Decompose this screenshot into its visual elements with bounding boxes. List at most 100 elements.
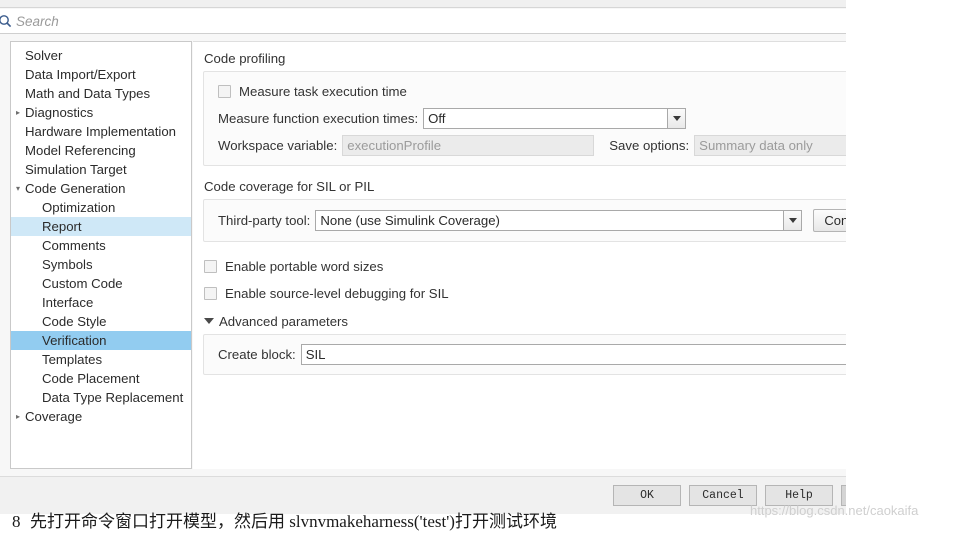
twisty-icon[interactable] [13,65,23,84]
workspace-variable-input[interactable]: executionProfile [342,134,595,156]
tree-item-label: Model Referencing [25,143,136,158]
enable-portable-word-sizes-row[interactable]: Enable portable word sizes [203,255,846,277]
twisty-icon[interactable]: ▸ [13,407,23,426]
save-options-label: Save options: [609,137,690,153]
tree-item-verification[interactable]: Verification [11,331,191,350]
twisty-icon[interactable]: ▾ [13,179,23,198]
twisty-icon[interactable] [13,84,23,103]
measure-function-execution-times-value[interactable]: Off [423,107,668,129]
screenshot-root: Solver Data Import/Export Math and Data … [0,0,963,533]
third-party-tool-combobox[interactable]: None (use Simulink Coverage) [315,209,803,231]
twisty-icon[interactable] [13,312,23,331]
tree-item-solver[interactable]: Solver [11,46,191,65]
twisty-icon[interactable] [13,46,23,65]
configure-button[interactable]: Configure... [813,208,846,232]
create-block-row: Create block: SIL [204,343,846,365]
measure-task-execution-time-row[interactable]: Measure task execution time [204,80,846,102]
chevron-down-icon[interactable] [783,209,803,231]
tree-item-data-import-export[interactable]: Data Import/Export [11,65,191,84]
tree-item-label: Code Placement [42,371,140,386]
tree-item-label: Diagnostics [25,105,94,120]
tree-item-code-generation[interactable]: ▾ Code Generation [11,179,191,198]
tree-item-coverage[interactable]: ▸ Coverage [11,407,191,426]
twisty-icon[interactable] [13,217,23,236]
enable-source-level-debugging-label: Enable source-level debugging for SIL [225,285,449,301]
page-note-text: 先打开命令窗口打开模型，然后用 slvnvmakeharness('test')… [30,512,557,531]
tree-item-report[interactable]: Report [11,217,191,236]
ok-button[interactable]: OK [613,485,681,506]
watermark: https://blog.csdn.net/caokaifa [750,503,919,518]
enable-portable-word-sizes-checkbox[interactable] [204,259,217,273]
tree-item-label: Hardware Implementation [25,124,176,139]
measure-function-execution-times-combobox[interactable]: Off [423,107,687,129]
tree-item-label: Custom Code [42,276,123,291]
save-options-input[interactable]: Summary data only [694,134,846,156]
code-coverage-title: Code coverage for SIL or PIL [204,179,375,194]
advanced-parameters-disclosure[interactable]: Advanced parameters [204,312,846,330]
tree-item-symbols[interactable]: Symbols [11,255,191,274]
third-party-tool-value[interactable]: None (use Simulink Coverage) [315,209,784,231]
tree-item-model-referencing[interactable]: Model Referencing [11,141,191,160]
third-party-tool-row: Third-party tool: None (use Simulink Cov… [204,208,846,232]
twisty-icon[interactable] [13,141,23,160]
tree-item-label: Templates [42,352,103,367]
create-block-label: Create block: [218,346,296,362]
twisty-icon[interactable] [13,274,23,293]
twisty-icon[interactable] [13,160,23,179]
tree-item-templates[interactable]: Templates [11,350,191,369]
twisty-icon[interactable] [13,350,23,369]
verification-settings-inner: Code profiling Measure task execution ti… [193,42,846,375]
enable-source-level-debugging-row[interactable]: Enable source-level debugging for SIL [203,282,846,304]
tree-item-code-style[interactable]: Code Style [11,312,191,331]
measure-task-execution-time-checkbox[interactable] [218,84,231,98]
tree-item-hardware-implementation[interactable]: Hardware Implementation [11,122,191,141]
verification-settings-pane: Code profiling Measure task execution ti… [193,41,846,469]
tree-item-interface[interactable]: Interface [11,293,191,312]
code-coverage-group: Third-party tool: None (use Simulink Cov… [203,199,846,242]
create-block-input[interactable]: SIL [300,343,846,365]
measure-function-execution-times-label: Measure function execution times: [218,110,419,126]
tree-item-label: Simulation Target [25,162,127,177]
cancel-button[interactable]: Cancel [689,485,757,506]
twisty-icon[interactable] [13,331,23,350]
tree-item-math-and-data-types[interactable]: Math and Data Types [11,84,191,103]
code-profiling-group: Measure task execution time Measure func… [203,71,846,166]
tree-item-label: Verification [42,333,107,348]
settings-tree-panel[interactable]: Solver Data Import/Export Math and Data … [10,41,192,469]
tree-item-data-type-replacement[interactable]: Data Type Replacement [11,388,191,407]
tree-item-simulation-target[interactable]: Simulation Target [11,160,191,179]
twisty-icon[interactable] [13,255,23,274]
code-profiling-title: Code profiling [204,51,286,66]
dialog-body: Solver Data Import/Export Math and Data … [0,35,846,475]
tree-item-label: Symbols [42,257,93,272]
twisty-icon[interactable] [13,388,23,407]
twisty-icon[interactable] [13,293,23,312]
search-input[interactable] [16,9,846,33]
twisty-icon[interactable] [13,122,23,141]
advanced-parameters-group: Create block: SIL [203,334,846,375]
twisty-icon[interactable]: ▸ [13,103,23,122]
dialog-footer: OK Cancel Help [0,476,846,514]
tree-item-code-placement[interactable]: Code Placement [11,369,191,388]
third-party-tool-label: Third-party tool: [218,212,311,228]
tree-item-label: Math and Data Types [25,86,151,101]
tree-item-optimization[interactable]: Optimization [11,198,191,217]
enable-source-level-debugging-checkbox[interactable] [204,286,217,300]
twisty-icon[interactable] [13,198,23,217]
tree-item-custom-code[interactable]: Custom Code [11,274,191,293]
tree-item-label: Data Type Replacement [42,390,184,405]
chevron-down-icon[interactable] [667,107,687,129]
workspace-variable-row: Workspace variable: executionProfile Sav… [204,134,846,156]
twisty-icon[interactable] [13,236,23,255]
advanced-parameters-label: Advanced parameters [219,313,349,329]
search-bar[interactable] [0,9,846,34]
tree-item-label: Comments [42,238,106,253]
measure-task-execution-time-label: Measure task execution time [239,83,407,99]
search-icon [0,9,16,34]
tree-item-label: Optimization [42,200,116,215]
tree-item-comments[interactable]: Comments [11,236,191,255]
twisty-icon[interactable] [13,369,23,388]
tree-item-diagnostics[interactable]: ▸ Diagnostics [11,103,191,122]
tree-item-label: Interface [42,295,94,310]
chevron-down-icon[interactable] [204,318,214,324]
